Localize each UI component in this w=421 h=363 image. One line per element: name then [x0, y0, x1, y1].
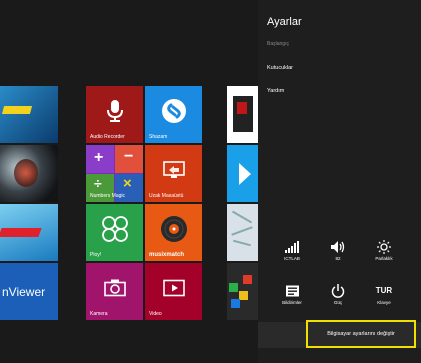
plus-icon: + [94, 149, 104, 166]
tile-viewer-label: nViewer [2, 285, 46, 299]
partial-logo-icon [239, 163, 251, 185]
tile-viewer[interactable]: nViewer [0, 263, 58, 320]
tile-partial-colorful[interactable] [227, 263, 258, 320]
tile-label: Numbers Magic [90, 193, 126, 199]
microphone-icon [106, 100, 123, 123]
tile-shazam[interactable]: Shazam [145, 86, 202, 143]
help-link[interactable]: Yardım [267, 88, 284, 94]
settings-charm-panel: Ayarlar Başlangıç Kutucuklar Yardım ICTL… [258, 0, 421, 363]
tile-partial-pattern[interactable] [227, 204, 258, 261]
tile-label: Ploy! [90, 252, 102, 258]
notifications-button[interactable]: Bildirimler [275, 284, 309, 305]
shazam-logo-icon [161, 99, 186, 124]
tile-musixmatch[interactable]: musixmatch [145, 204, 202, 261]
tile-numbers-magic[interactable]: + − ÷ × Numbers Magic [86, 145, 143, 202]
volume-button[interactable]: 82 [321, 240, 355, 261]
tile-partial-comic[interactable] [227, 86, 258, 143]
divide-icon: ÷ [94, 175, 102, 191]
power-icon [331, 284, 345, 298]
keyboard-icon: TUR [375, 286, 393, 295]
tile-label: musixmatch [149, 252, 185, 258]
panel-subtitle: Başlangıç [267, 41, 289, 47]
tile-ploy[interactable]: Ploy! [86, 204, 143, 261]
tile-label: Kamera [90, 311, 108, 317]
volume-label: 82 [335, 256, 341, 261]
network-label: ICTLAB [284, 256, 300, 261]
panel-title: Ayarlar [267, 16, 302, 28]
tile-video[interactable]: Video [145, 263, 202, 320]
tile-label: Shazam [149, 134, 168, 140]
multiply-icon: × [123, 175, 132, 192]
change-pc-settings-button[interactable]: Bilgisayar ayarlarını değiştir [306, 320, 416, 348]
ploy-logo-icon [101, 216, 128, 242]
power-button[interactable]: Güç [321, 284, 355, 305]
tile-game-banner[interactable] [0, 204, 58, 261]
tiles-link[interactable]: Kutucuklar [267, 65, 293, 71]
tile-action-game[interactable] [0, 145, 58, 202]
tile-partial-blue[interactable] [227, 145, 258, 202]
power-label: Güç [333, 300, 343, 305]
network-button[interactable]: ICTLAB [275, 240, 309, 261]
volume-icon [331, 241, 345, 253]
brightness-label: Parlaklık [375, 256, 393, 261]
tile-racing-game[interactable] [0, 86, 58, 143]
tile-camera[interactable]: Kamera [86, 263, 143, 320]
tile-label: Video [149, 311, 162, 317]
minus-icon: − [124, 148, 134, 165]
notifications-icon [285, 285, 299, 297]
notifications-label: Bildirimler [282, 300, 302, 305]
tile-audio-recorder[interactable]: Audio Recorder [86, 86, 143, 143]
keyboard-button[interactable]: TUR Klavye [367, 284, 401, 305]
brightness-icon [377, 240, 391, 254]
video-play-icon [162, 279, 185, 297]
remote-desktop-icon [162, 161, 185, 179]
vinyl-record-icon [160, 216, 187, 243]
tile-label: Audio Recorder [90, 134, 125, 140]
tile-label: Uzak Masaüstü [149, 193, 184, 199]
keyboard-label: Klavye [377, 300, 391, 305]
tile-remote-desktop[interactable]: Uzak Masaüstü [145, 145, 202, 202]
network-icon [285, 241, 299, 253]
camera-icon [103, 279, 126, 297]
brightness-button[interactable]: Parlaklık [367, 240, 401, 261]
start-screen: nViewer Audio Recorder Shazam + − ÷ × Nu… [0, 0, 258, 363]
